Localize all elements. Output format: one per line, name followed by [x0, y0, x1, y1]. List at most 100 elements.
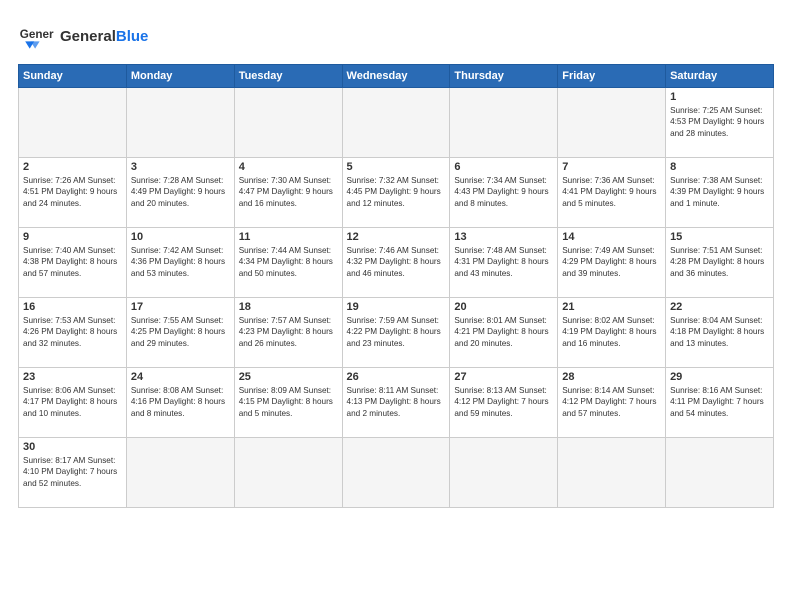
calendar-page: General GeneralBlue SundayMondayTuesdayW… [0, 0, 792, 612]
calendar-week-6: 30Sunrise: 8:17 AM Sunset: 4:10 PM Dayli… [19, 438, 774, 508]
day-info: Sunrise: 7:40 AM Sunset: 4:38 PM Dayligh… [23, 245, 122, 279]
calendar-cell [450, 88, 558, 158]
calendar-table: SundayMondayTuesdayWednesdayThursdayFrid… [18, 64, 774, 508]
logo: General GeneralBlue [18, 18, 148, 54]
calendar-cell [558, 438, 666, 508]
day-number: 6 [454, 161, 553, 173]
day-info: Sunrise: 8:13 AM Sunset: 4:12 PM Dayligh… [454, 385, 553, 419]
day-number: 27 [454, 371, 553, 383]
day-info: Sunrise: 8:08 AM Sunset: 4:16 PM Dayligh… [131, 385, 230, 419]
day-info: Sunrise: 7:51 AM Sunset: 4:28 PM Dayligh… [670, 245, 769, 279]
day-number: 2 [23, 161, 122, 173]
calendar-cell: 11Sunrise: 7:44 AM Sunset: 4:34 PM Dayli… [234, 228, 342, 298]
calendar-week-1: 1 Sunrise: 7:25 AM Sunset: 4:53 PM Daylig… [19, 88, 774, 158]
day-number: 7 [562, 161, 661, 173]
day-info: Sunrise: 8:09 AM Sunset: 4:15 PM Dayligh… [239, 385, 338, 419]
calendar-cell: 28 Sunrise: 8:14 AM Sunset: 4:12 PM Dayli… [558, 368, 666, 438]
calendar-week-2: 2 Sunrise: 7:26 AM Sunset: 4:51 PM Daylig… [19, 158, 774, 228]
weekday-header-row: SundayMondayTuesdayWednesdayThursdayFrid… [19, 65, 774, 88]
calendar-cell: 7 Sunrise: 7:36 AM Sunset: 4:41 PM Daylig… [558, 158, 666, 228]
calendar-cell [342, 438, 450, 508]
calendar-cell: 16Sunrise: 7:53 AM Sunset: 4:26 PM Dayli… [19, 298, 127, 368]
calendar-cell: 5Sunrise: 7:32 AM Sunset: 4:45 PM Daylig… [342, 158, 450, 228]
calendar-cell [126, 88, 234, 158]
calendar-cell: 24Sunrise: 8:08 AM Sunset: 4:16 PM Dayli… [126, 368, 234, 438]
calendar-cell [666, 438, 774, 508]
weekday-header-tuesday: Tuesday [234, 65, 342, 88]
day-info: Sunrise: 7:42 AM Sunset: 4:36 PM Dayligh… [131, 245, 230, 279]
calendar-cell: 21 Sunrise: 8:02 AM Sunset: 4:19 PM Dayli… [558, 298, 666, 368]
calendar-cell [234, 438, 342, 508]
calendar-cell: 3Sunrise: 7:28 AM Sunset: 4:49 PM Daylig… [126, 158, 234, 228]
calendar-cell [450, 438, 558, 508]
weekday-header-wednesday: Wednesday [342, 65, 450, 88]
calendar-cell: 22 Sunrise: 8:04 AM Sunset: 4:18 PM Dayli… [666, 298, 774, 368]
calendar-cell: 8 Sunrise: 7:38 AM Sunset: 4:39 PM Daylig… [666, 158, 774, 228]
calendar-cell: 17Sunrise: 7:55 AM Sunset: 4:25 PM Dayli… [126, 298, 234, 368]
day-number: 25 [239, 371, 338, 383]
weekday-header-sunday: Sunday [19, 65, 127, 88]
day-info: Sunrise: 8:02 AM Sunset: 4:19 PM Dayligh… [562, 315, 661, 349]
calendar-cell: 25 Sunrise: 8:09 AM Sunset: 4:15 PM Dayli… [234, 368, 342, 438]
calendar-cell: 29 Sunrise: 8:16 AM Sunset: 4:11 PM Dayli… [666, 368, 774, 438]
calendar-cell: 27 Sunrise: 8:13 AM Sunset: 4:12 PM Dayli… [450, 368, 558, 438]
calendar-header: SundayMondayTuesdayWednesdayThursdayFrid… [19, 65, 774, 88]
day-info: Sunrise: 8:01 AM Sunset: 4:21 PM Dayligh… [454, 315, 553, 349]
calendar-cell [342, 88, 450, 158]
calendar-cell: 14Sunrise: 7:49 AM Sunset: 4:29 PM Dayli… [558, 228, 666, 298]
day-number: 21 [562, 301, 661, 313]
calendar-cell [558, 88, 666, 158]
logo-text: GeneralBlue [60, 29, 148, 44]
calendar-cell: 4 Sunrise: 7:30 AM Sunset: 4:47 PM Daylig… [234, 158, 342, 228]
svg-text:General: General [20, 28, 54, 41]
day-number: 22 [670, 301, 769, 313]
day-number: 3 [131, 161, 230, 173]
calendar-cell [19, 88, 127, 158]
day-number: 10 [131, 231, 230, 243]
calendar-cell: 23Sunrise: 8:06 AM Sunset: 4:17 PM Dayli… [19, 368, 127, 438]
calendar-cell: 26Sunrise: 8:11 AM Sunset: 4:13 PM Dayli… [342, 368, 450, 438]
day-number: 9 [23, 231, 122, 243]
day-info: Sunrise: 7:32 AM Sunset: 4:45 PM Dayligh… [347, 175, 446, 209]
day-number: 4 [239, 161, 338, 173]
day-number: 28 [562, 371, 661, 383]
day-info: Sunrise: 7:38 AM Sunset: 4:39 PM Dayligh… [670, 175, 769, 209]
day-info: Sunrise: 7:36 AM Sunset: 4:41 PM Dayligh… [562, 175, 661, 209]
day-number: 29 [670, 371, 769, 383]
day-number: 15 [670, 231, 769, 243]
day-info: Sunrise: 7:26 AM Sunset: 4:51 PM Dayligh… [23, 175, 122, 209]
day-number: 17 [131, 301, 230, 313]
day-info: Sunrise: 7:44 AM Sunset: 4:34 PM Dayligh… [239, 245, 338, 279]
weekday-header-friday: Friday [558, 65, 666, 88]
calendar-cell: 15 Sunrise: 7:51 AM Sunset: 4:28 PM Dayli… [666, 228, 774, 298]
weekday-header-thursday: Thursday [450, 65, 558, 88]
calendar-cell: 2 Sunrise: 7:26 AM Sunset: 4:51 PM Daylig… [19, 158, 127, 228]
day-info: Sunrise: 7:34 AM Sunset: 4:43 PM Dayligh… [454, 175, 553, 209]
day-info: Sunrise: 8:17 AM Sunset: 4:10 PM Dayligh… [23, 455, 122, 489]
calendar-week-3: 9 Sunrise: 7:40 AM Sunset: 4:38 PM Daylig… [19, 228, 774, 298]
day-number: 13 [454, 231, 553, 243]
day-number: 12 [347, 231, 446, 243]
calendar-cell: 13 Sunrise: 7:48 AM Sunset: 4:31 PM Dayli… [450, 228, 558, 298]
day-info: Sunrise: 7:30 AM Sunset: 4:47 PM Dayligh… [239, 175, 338, 209]
day-number: 20 [454, 301, 553, 313]
day-number: 1 [670, 91, 769, 103]
day-number: 14 [562, 231, 661, 243]
day-info: Sunrise: 8:16 AM Sunset: 4:11 PM Dayligh… [670, 385, 769, 419]
day-info: Sunrise: 7:25 AM Sunset: 4:53 PM Dayligh… [670, 105, 769, 139]
day-number: 8 [670, 161, 769, 173]
day-info: Sunrise: 8:04 AM Sunset: 4:18 PM Dayligh… [670, 315, 769, 349]
weekday-header-saturday: Saturday [666, 65, 774, 88]
logo-icon: General [18, 18, 54, 54]
day-number: 23 [23, 371, 122, 383]
day-number: 19 [347, 301, 446, 313]
calendar-cell: 1 Sunrise: 7:25 AM Sunset: 4:53 PM Daylig… [666, 88, 774, 158]
day-info: Sunrise: 7:48 AM Sunset: 4:31 PM Dayligh… [454, 245, 553, 279]
calendar-body: 1 Sunrise: 7:25 AM Sunset: 4:53 PM Daylig… [19, 88, 774, 508]
calendar-cell: 12Sunrise: 7:46 AM Sunset: 4:32 PM Dayli… [342, 228, 450, 298]
calendar-cell: 9 Sunrise: 7:40 AM Sunset: 4:38 PM Daylig… [19, 228, 127, 298]
calendar-cell: 10 Sunrise: 7:42 AM Sunset: 4:36 PM Dayli… [126, 228, 234, 298]
calendar-cell: 19Sunrise: 7:59 AM Sunset: 4:22 PM Dayli… [342, 298, 450, 368]
day-info: Sunrise: 8:14 AM Sunset: 4:12 PM Dayligh… [562, 385, 661, 419]
header: General GeneralBlue [18, 18, 774, 54]
